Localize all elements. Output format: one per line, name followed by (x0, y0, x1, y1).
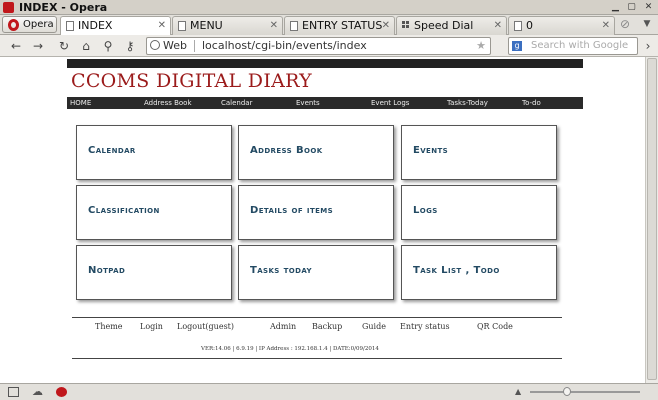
window-title: INDEX - Opera (19, 1, 108, 14)
close-tab-icon[interactable]: ✕ (494, 17, 502, 35)
maximize-icon[interactable]: ▢ (626, 2, 637, 13)
tab-label: Speed Dial (414, 19, 474, 32)
version-info: VER:14.06 | 6.9.19 | IP Address : 192.16… (201, 346, 379, 352)
window-titlebar: INDEX - Opera ▁ ▢ ✕ (0, 0, 658, 15)
bookmark-star-icon[interactable]: ★ (476, 38, 486, 54)
minimize-icon[interactable]: ▁ (610, 2, 621, 13)
footer-link-backup[interactable]: Backup (312, 322, 342, 331)
search-icon[interactable]: ⚲ (100, 38, 116, 54)
tile-label: Address Book (250, 145, 323, 156)
tile-label: Details of items (250, 205, 334, 216)
tile-label: Calendar (88, 145, 136, 156)
nav-home[interactable]: HOME (70, 97, 91, 109)
nav-event-logs[interactable]: Event Logs (371, 97, 409, 109)
close-tab-icon[interactable]: ✕ (270, 17, 278, 35)
footer-divider-bottom (72, 358, 562, 359)
tile-calendar[interactable]: Calendar (76, 125, 232, 180)
web-badge-label: Web (163, 39, 187, 52)
tile-tasks-today[interactable]: Tasks today (238, 245, 394, 300)
tile-label: Notpad (88, 265, 126, 276)
footer-link-logout[interactable]: Logout(guest) (177, 322, 234, 331)
tile-label: Classification (88, 205, 160, 216)
status-bar: ☁ ▲ (0, 383, 658, 400)
tile-classification[interactable]: Classification (76, 185, 232, 240)
nav-todo[interactable]: To-do (522, 97, 541, 109)
tab-zero[interactable]: 0 ✕ (508, 16, 615, 35)
tile-label: Logs (413, 205, 438, 216)
cloud-icon[interactable]: ☁ (32, 386, 43, 397)
close-tab-icon[interactable]: ✕ (602, 17, 610, 35)
nav-address-book[interactable]: Address Book (144, 97, 192, 109)
opera-menu-label: Opera (23, 19, 54, 30)
key-icon[interactable]: ⚷ (122, 38, 138, 54)
footer-link-login[interactable]: Login (140, 322, 163, 331)
scrollbar-thumb[interactable] (647, 58, 657, 380)
page-viewport: CCOMS DIGITAL DIARY HOME Address Book Ca… (0, 57, 658, 383)
nav-tasks-today[interactable]: Tasks-Today (447, 97, 488, 109)
search-placeholder: Search with Google (531, 40, 629, 51)
nav-events[interactable]: Events (296, 97, 320, 109)
tab-label: ENTRY STATUS (302, 19, 383, 32)
turbo-icon[interactable] (56, 387, 67, 397)
web-badge[interactable]: Web (150, 39, 187, 53)
opera-o-icon (8, 19, 19, 31)
home-icon[interactable]: ⌂ (78, 38, 94, 54)
header-strip (67, 59, 583, 68)
tab-label: INDEX (78, 19, 113, 32)
opera-logo-icon (3, 2, 14, 13)
tile-label: Task List , Todo (413, 265, 500, 276)
tab-label: MENU (190, 19, 223, 32)
tab-bar: Opera INDEX ✕ MENU ✕ ENTRY STATUS ✕ Spee… (0, 15, 658, 35)
tab-index[interactable]: INDEX ✕ (60, 16, 171, 35)
tile-notpad[interactable]: Notpad (76, 245, 232, 300)
close-tab-icon[interactable]: ✕ (382, 17, 390, 35)
google-icon[interactable]: g (512, 41, 522, 51)
footer-link-guide[interactable]: Guide (362, 322, 386, 331)
tab-speed-dial[interactable]: Speed Dial ✕ (396, 16, 507, 35)
tab-label: 0 (526, 19, 533, 32)
nav-calendar[interactable]: Calendar (221, 97, 252, 109)
reload-icon[interactable]: ↻ (56, 38, 72, 54)
footer-link-entry-status[interactable]: Entry status (400, 322, 450, 331)
back-icon[interactable]: ← (8, 38, 24, 54)
tab-list-dropdown-icon[interactable]: ▼ (640, 18, 654, 31)
zoom-menu-icon[interactable]: ▲ (515, 386, 521, 398)
footer-divider-top (72, 317, 562, 318)
tile-details-of-items[interactable]: Details of items (238, 185, 394, 240)
site-nav: HOME Address Book Calendar Events Event … (67, 97, 583, 109)
search-input[interactable]: g Search with Google (508, 37, 638, 55)
tab-entry-status[interactable]: ENTRY STATUS ✕ (284, 16, 395, 35)
footer-link-qr-code[interactable]: QR Code (477, 322, 513, 331)
opera-menu-button[interactable]: Opera (2, 16, 57, 33)
page-icon (178, 21, 186, 31)
close-tab-icon[interactable]: ✕ (158, 17, 166, 35)
tile-logs[interactable]: Logs (401, 185, 557, 240)
tile-label: Events (413, 145, 449, 156)
site-title: CCOMS DIGITAL DIARY (71, 70, 313, 92)
panels-icon[interactable] (8, 387, 19, 397)
footer-link-admin[interactable]: Admin (270, 322, 296, 331)
tab-menu[interactable]: MENU ✕ (172, 16, 283, 35)
forward-icon[interactable]: → (30, 38, 46, 54)
address-toolbar: ← → ↻ ⌂ ⚲ ⚷ Web localhost/cgi-bin/events… (0, 35, 658, 57)
page-icon (66, 21, 74, 31)
footer-link-theme[interactable]: Theme (95, 322, 123, 331)
new-tab-icon[interactable]: ⊘ (618, 18, 632, 31)
tile-address-book[interactable]: Address Book (238, 125, 394, 180)
page-icon (514, 21, 522, 31)
url-text[interactable]: localhost/cgi-bin/events/index (202, 38, 367, 54)
zoom-slider[interactable] (530, 391, 640, 393)
globe-icon (150, 40, 160, 50)
speed-dial-icon (402, 21, 410, 31)
tile-task-list-todo[interactable]: Task List , Todo (401, 245, 557, 300)
page-icon (290, 21, 298, 31)
tile-label: Tasks today (250, 265, 312, 276)
zoom-slider-handle[interactable] (563, 387, 571, 396)
tile-events[interactable]: Events (401, 125, 557, 180)
page-scrollbar[interactable] (645, 57, 658, 383)
panel-toggle-icon[interactable]: › (640, 38, 656, 54)
separator (194, 40, 195, 52)
close-window-icon[interactable]: ✕ (643, 2, 654, 13)
address-field[interactable]: Web localhost/cgi-bin/events/index ★ (146, 37, 491, 55)
